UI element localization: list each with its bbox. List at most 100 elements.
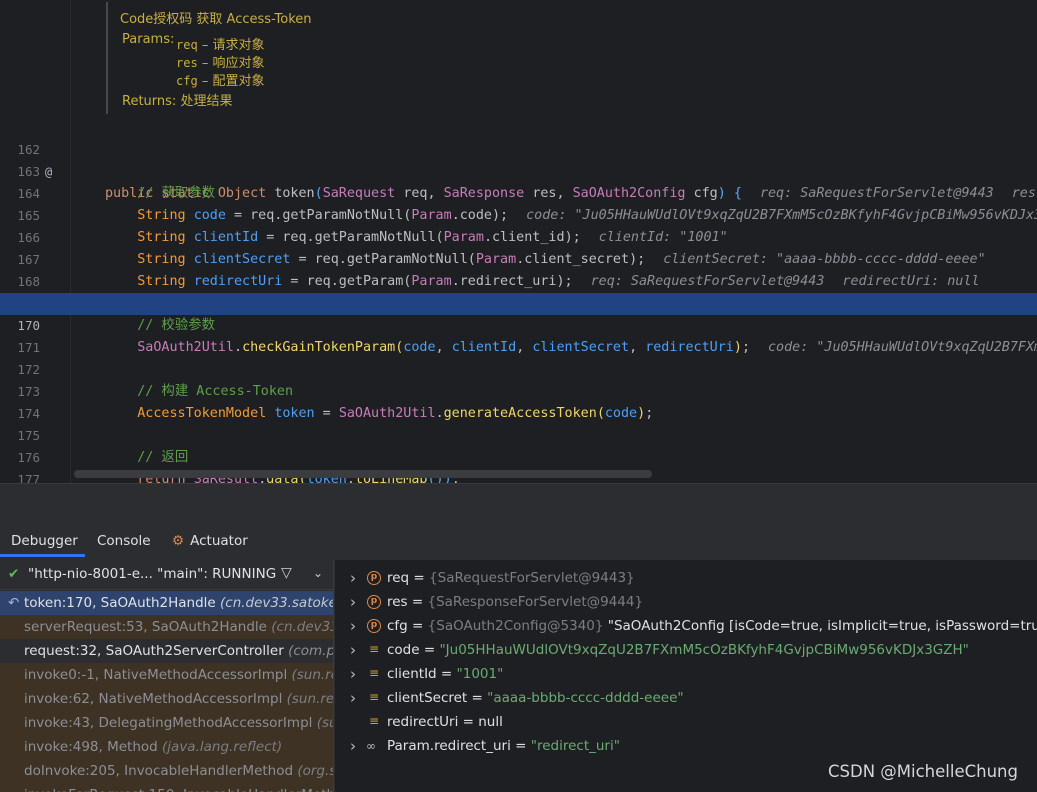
code-line-173[interactable]: 173 AccessTokenModel token = SaOAuth2Uti… [0,359,1037,421]
variable-name: clientId [387,666,437,682]
variable-value: "1001" [456,666,504,682]
code-line-165[interactable]: 165 String clientId = req.getParamNotNul… [0,183,1037,245]
frame-location: (sun.reflect [286,691,334,707]
stack-frame-row[interactable]: invoke:62, NativeMethodAccessorImpl (sun… [0,687,334,711]
variable-object-ref: {SaOAuth2Config@5340} [427,618,604,634]
variable-name: cfg [387,618,408,634]
code-line-169[interactable]: 169 // 校验参数 [0,271,1037,333]
variable-value: "aaaa-bbbb-cccc-dddd-eeee" [487,690,684,706]
variable-text: req = {SaRequestForServlet@9443} [387,566,635,590]
code-line-164[interactable]: 164 String code = req.getParamNotNull(Pa… [0,161,1037,223]
variable-row[interactable]: › p res = {SaResponseForServlet@9444} [335,590,1037,614]
variable-name: res [387,594,408,610]
variable-row[interactable]: › ≡ clientSecret = "aaaa-bbbb-cccc-dddd-ee… [335,686,1037,710]
expand-chevron-icon[interactable]: › [350,590,356,614]
variable-text: Param.redirect_uri = "redirect_uri" [387,734,620,758]
stack-frame-row[interactable]: invokeForRequest:150, InvocableHandlerMe… [0,783,333,792]
variable-equals: = [407,594,428,610]
frame-method: invoke:498, Method [24,739,163,755]
doc-title: Code授权码 获取 Access-Token [120,12,312,27]
variable-name: req [387,570,410,586]
current-frame-icon: ↶ [8,595,20,611]
code-line-174[interactable]: 174 [0,381,1037,421]
frame-method: invoke:43, DelegatingMethodAccessorImpl [24,715,317,731]
code-line-166[interactable]: 166 String clientSecret = req.getParamNo… [0,205,1037,267]
variable-equals: = [419,642,440,658]
active-tab-indicator [0,554,85,557]
stack-frame-row[interactable]: request:32, SaOAuth2ServerController (co… [0,639,333,663]
watermark: CSDN @MichelleChung [828,762,1018,781]
code-editor[interactable]: Code授权码 获取 Access-Token Params: req – 请求… [0,0,1037,483]
watch-icon: ∞ [366,739,376,753]
variables-panel: › p req = {SaRequestForServlet@9443} › p res … [335,560,1037,792]
code-line-172[interactable]: 172 // 构建 Access-Token [0,337,1037,399]
tab-actuator[interactable]: ⚙ Actuator [172,533,248,557]
stack-frame-row[interactable]: invoke:43, DelegatingMethodAccessorImpl … [0,711,333,735]
code-line-176[interactable]: 176 return SaResult.data(token.toLineMap… [0,425,1037,483]
frame-method: invoke0:-1, NativeMethodAccessorImpl [24,667,292,683]
variable-equals: = [510,738,531,754]
frame-method: invoke:62, NativeMethodAccessorImpl [24,691,287,707]
stack-frame-row[interactable]: doInvoke:205, InvocableHandlerMethod (or… [0,759,333,783]
frame-method: token:170, SaOAuth2Handle [24,595,221,611]
variable-value: null [478,714,503,730]
variable-value: "redirect_uri" [530,738,620,754]
frame-location: (sun.re [316,715,333,731]
expand-chevron-icon[interactable]: › [350,734,356,758]
stack-frame-row[interactable]: serverRequest:53, SaOAuth2Handle (cn.dev… [0,615,333,639]
filter-icon[interactable]: ▽ [281,565,292,581]
expand-chevron-icon[interactable]: › [350,566,356,590]
variable-equals: = [467,690,488,706]
variable-name: redirectUri [387,714,459,730]
variable-row[interactable]: › p req = {SaRequestForServlet@9443} [335,566,1037,590]
thread-label: "http-nio-8001-e... "main": RUNNING [28,566,277,582]
variable-name: code [387,642,420,658]
thread-selector[interactable]: ✔ "http-nio-8001-e... "main": RUNNING ▽ … [0,560,333,590]
variable-row[interactable]: ≡ redirectUri = null [335,710,1037,734]
variable-row[interactable]: › ≡ clientId = "1001" [335,662,1037,686]
code-line-177[interactable]: 177 } [0,447,1037,483]
frame-location: (org.sprin [297,763,333,779]
doc-param-cfg: cfg – 配置对象 [176,74,265,89]
chevron-down-icon[interactable]: ⌄ [313,566,323,580]
frame-location: (java.lang.reflect) [162,739,283,755]
tab-console[interactable]: Console [97,533,151,557]
expand-chevron-icon[interactable]: › [350,662,356,686]
editor-horizontal-scrollbar[interactable] [74,470,652,478]
stack-frame-row[interactable]: ↶ token:170, SaOAuth2Handle (cn.dev33.sat… [0,591,333,615]
code-line-163[interactable]: 163 // 获取参数 [0,139,1037,201]
expand-chevron-icon[interactable]: › [350,614,356,638]
frame-method: request:32, SaOAuth2ServerController [24,643,289,659]
variable-name: clientSecret [387,690,468,706]
code-line-168[interactable]: 168 [0,249,1037,289]
code-line-175[interactable]: 175 // 返回 [0,403,1037,465]
variable-row[interactable]: › p cfg = {SaOAuth2Config@5340} "SaOAuth2C… [335,614,1037,638]
code-line-170-current-execution[interactable]: 170 SaOAuth2Util.checkGainTokenParam(cod… [0,293,1037,355]
code-line-162[interactable]: 162 @ public static Object token(SaReque… [0,117,1037,201]
check-icon: ✔ [8,566,20,582]
variable-row[interactable]: › ∞ Param.redirect_uri = "redirect_uri" [335,734,1037,758]
stack-frame-row[interactable]: invoke:498, Method (java.lang.reflect) [0,735,333,759]
variable-text: redirectUri = null [387,710,503,734]
variable-object-ref: {SaResponseForServlet@9444} [427,594,644,610]
expand-chevron-icon[interactable]: › [350,638,356,662]
expand-chevron-icon[interactable]: › [350,686,356,710]
doc-returns: Returns: 处理结果 [122,94,233,109]
code-line-167[interactable]: 167 String redirectUri = req.getParam(Pa… [0,227,1037,289]
variable-text: clientId = "1001" [387,662,503,686]
local-variable-icon: ≡ [369,642,380,656]
local-variable-icon: ≡ [369,690,380,704]
doc-param-req: req – 请求对象 [176,38,265,53]
variable-text: cfg = {SaOAuth2Config@5340} "SaOAuth2Con… [387,614,1037,638]
parameter-icon: p [367,619,381,633]
code-line-171[interactable]: 171 [0,315,1037,355]
variable-equals: = [407,618,428,634]
variable-row[interactable]: › ≡ code = "Ju05HHauWUdlOVt9xqZqU2B7FXmM5c… [335,638,1037,662]
stack-frame-row[interactable]: invoke0:-1, NativeMethodAccessorImpl (su… [0,663,333,687]
local-variable-icon: ≡ [369,714,380,728]
variable-equals: = [436,666,457,682]
parameter-icon: p [367,571,381,585]
frames-panel: ✔ "http-nio-8001-e... "main": RUNNING ▽ … [0,560,334,792]
debug-tool-window: Debugger Console ⚙ Actuator ✔ "http-nio-8… [0,483,1037,792]
variable-equals: = [458,714,479,730]
